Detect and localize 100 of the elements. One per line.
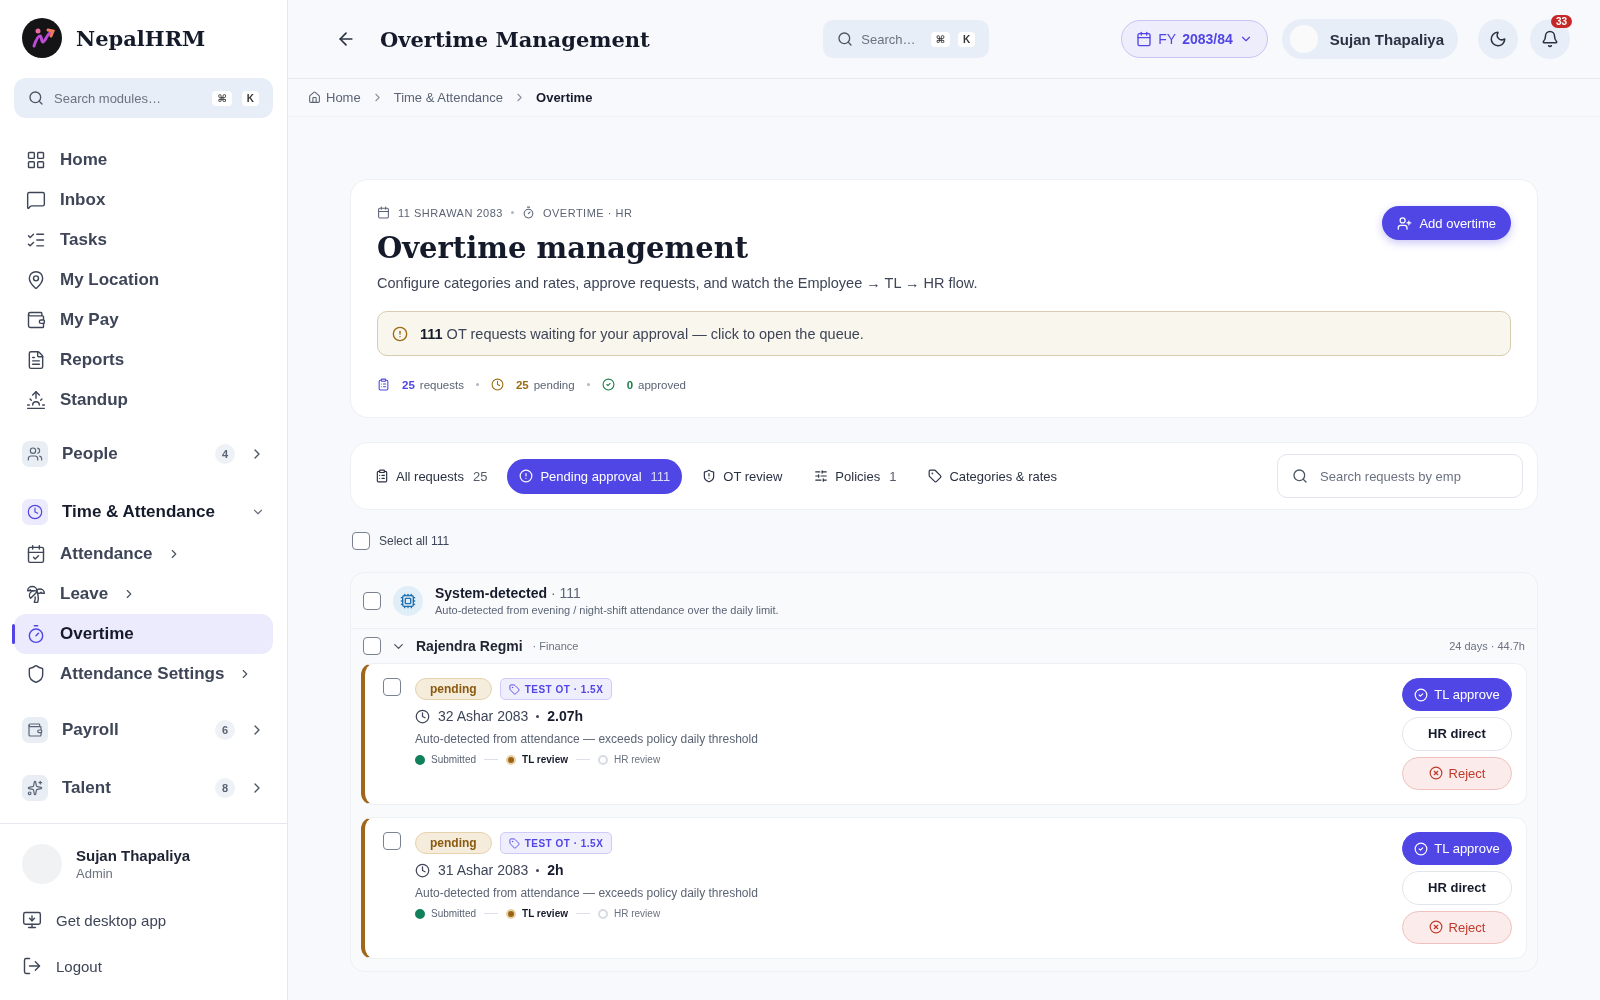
wallet-icon <box>22 717 48 743</box>
step-label: HR review <box>614 908 661 919</box>
count-badge: 4 <box>215 444 235 464</box>
key-hint: ⌘ <box>930 31 951 47</box>
tag-icon <box>508 683 520 695</box>
nav-group[interactable]: People 4 <box>14 432 273 476</box>
logo-icon <box>22 18 62 58</box>
page-title: Overtime Management <box>380 26 651 52</box>
action-button[interactable]: TL approve <box>1402 678 1512 712</box>
nav-label: Home <box>60 150 108 170</box>
group-description: Auto-detected from evening / night-shift attendance over the daily limit. <box>435 604 779 616</box>
status-badge: pending <box>415 832 492 854</box>
nav-item[interactable]: Attendance <box>14 534 273 574</box>
nav-item[interactable]: Inbox <box>14 180 273 220</box>
action-button[interactable]: Reject <box>1402 756 1512 790</box>
action-button[interactable]: Reject <box>1402 910 1512 944</box>
calendar-icon <box>1136 31 1153 47</box>
user-name: Sujan Thapaliya <box>76 847 191 864</box>
sidebar-link[interactable]: Get desktop app <box>22 900 265 940</box>
clock-icon <box>490 378 504 391</box>
check-circle-icon <box>601 378 615 391</box>
checkbox[interactable] <box>363 591 381 610</box>
nav-item[interactable]: My Pay <box>14 300 273 340</box>
sidebar-link[interactable]: Logout <box>22 946 265 986</box>
search-field[interactable]: Search… ⌘ K <box>823 20 990 58</box>
nav-label: Time & Attendance <box>62 502 216 522</box>
clipboard-icon <box>377 378 390 391</box>
shield-icon <box>26 664 46 684</box>
action-button[interactable]: HR direct <box>1402 871 1512 905</box>
breadcrumb-link[interactable]: Time & Attendance <box>393 90 504 105</box>
checkbox[interactable] <box>383 678 401 696</box>
nav-group[interactable]: Time & Attendance <box>14 490 273 534</box>
approval-alert[interactable]: 111 OT requests waiting for your approval — click to open the queue. <box>377 311 1511 356</box>
calendar-icon <box>377 206 390 219</box>
search-field[interactable]: Search requests by emp <box>1277 454 1523 498</box>
action-button[interactable]: TL approve <box>1402 832 1512 866</box>
tab[interactable]: OT review <box>690 458 795 494</box>
search-icon <box>28 90 44 106</box>
nav-label: Reports <box>60 350 125 370</box>
nav-item[interactable]: Standup <box>14 380 273 420</box>
nav-item[interactable]: Attendance Settings <box>14 654 273 694</box>
checkbox[interactable] <box>383 832 401 850</box>
add-overtime-button[interactable]: Add overtime <box>1382 206 1511 240</box>
employee-name: Rajendra Regmi <box>416 638 523 654</box>
calendar-check-icon <box>26 544 46 564</box>
palm-tree-icon <box>26 584 46 604</box>
checkbox[interactable] <box>352 532 370 550</box>
nav-group[interactable]: Payroll 6 <box>14 708 273 752</box>
action-button[interactable]: HR direct <box>1402 717 1512 751</box>
breadcrumb-link[interactable]: Overtime <box>536 90 593 105</box>
search-icon <box>837 31 854 47</box>
check-circle-icon <box>1414 687 1429 702</box>
category-tag: TEST OT · 1.5X <box>499 832 613 854</box>
key-hint: K <box>241 90 259 106</box>
sliders-icon <box>814 469 829 483</box>
nav-item[interactable]: Home <box>14 140 273 180</box>
tab[interactable]: Pending approval 111 <box>507 458 683 494</box>
nav-item[interactable]: Leave <box>14 574 273 614</box>
search-field[interactable]: Search modules… ⌘ K <box>14 78 273 118</box>
nav-group[interactable]: Talent 8 <box>14 766 273 810</box>
people-icon <box>22 441 48 467</box>
tab[interactable]: Categories & rates <box>916 458 1070 494</box>
department-label: · Finance <box>532 640 579 652</box>
clipboard-icon <box>375 469 389 483</box>
nav-label: Attendance <box>60 544 153 564</box>
checkbox[interactable] <box>363 637 381 655</box>
section-label: OVERTIME · HR <box>542 206 633 219</box>
step-label: TL review <box>522 908 568 919</box>
tab[interactable]: All requests 25 <box>363 458 500 494</box>
monitor-download-icon <box>22 910 42 930</box>
tab[interactable]: Policies 1 <box>802 458 909 494</box>
user-menu[interactable]: Sujan Thapaliya <box>1281 19 1458 59</box>
step-label: TL review <box>522 754 568 765</box>
x-circle-icon <box>1428 920 1443 935</box>
key-hint: K <box>958 31 976 47</box>
count-badge: 6 <box>215 720 235 740</box>
brand-name: NepalHRM <box>76 25 206 51</box>
home-icon <box>308 91 321 104</box>
status-badge: pending <box>415 678 492 700</box>
nav-item[interactable]: Tasks <box>14 220 273 260</box>
pin-icon <box>26 270 46 290</box>
sunrise-icon <box>26 390 46 410</box>
search-icon <box>1292 468 1308 484</box>
nav-item[interactable]: My Location <box>14 260 273 300</box>
nav-item[interactable]: Overtime <box>14 614 273 654</box>
request-note: Auto-detected from attendance — exceeds policy daily threshold <box>415 886 759 900</box>
request-date: 32 Ashar 2083 <box>438 708 529 724</box>
nav-label: People <box>62 444 118 464</box>
fiscal-year-selector[interactable]: FY 2083/84 <box>1121 20 1268 58</box>
step-label: HR review <box>614 754 661 765</box>
grid-icon <box>26 150 46 170</box>
moon-icon <box>1489 30 1507 48</box>
chip-icon <box>393 585 423 616</box>
clock-icon <box>415 708 430 724</box>
nav-label: Inbox <box>60 190 106 210</box>
breadcrumb-link[interactable]: Home <box>308 90 361 105</box>
nav-item[interactable]: Reports <box>14 340 273 380</box>
nav-label: Attendance Settings <box>60 664 225 684</box>
nav-label: Overtime <box>60 624 134 644</box>
select-all-label: Select all 111 <box>379 534 450 548</box>
